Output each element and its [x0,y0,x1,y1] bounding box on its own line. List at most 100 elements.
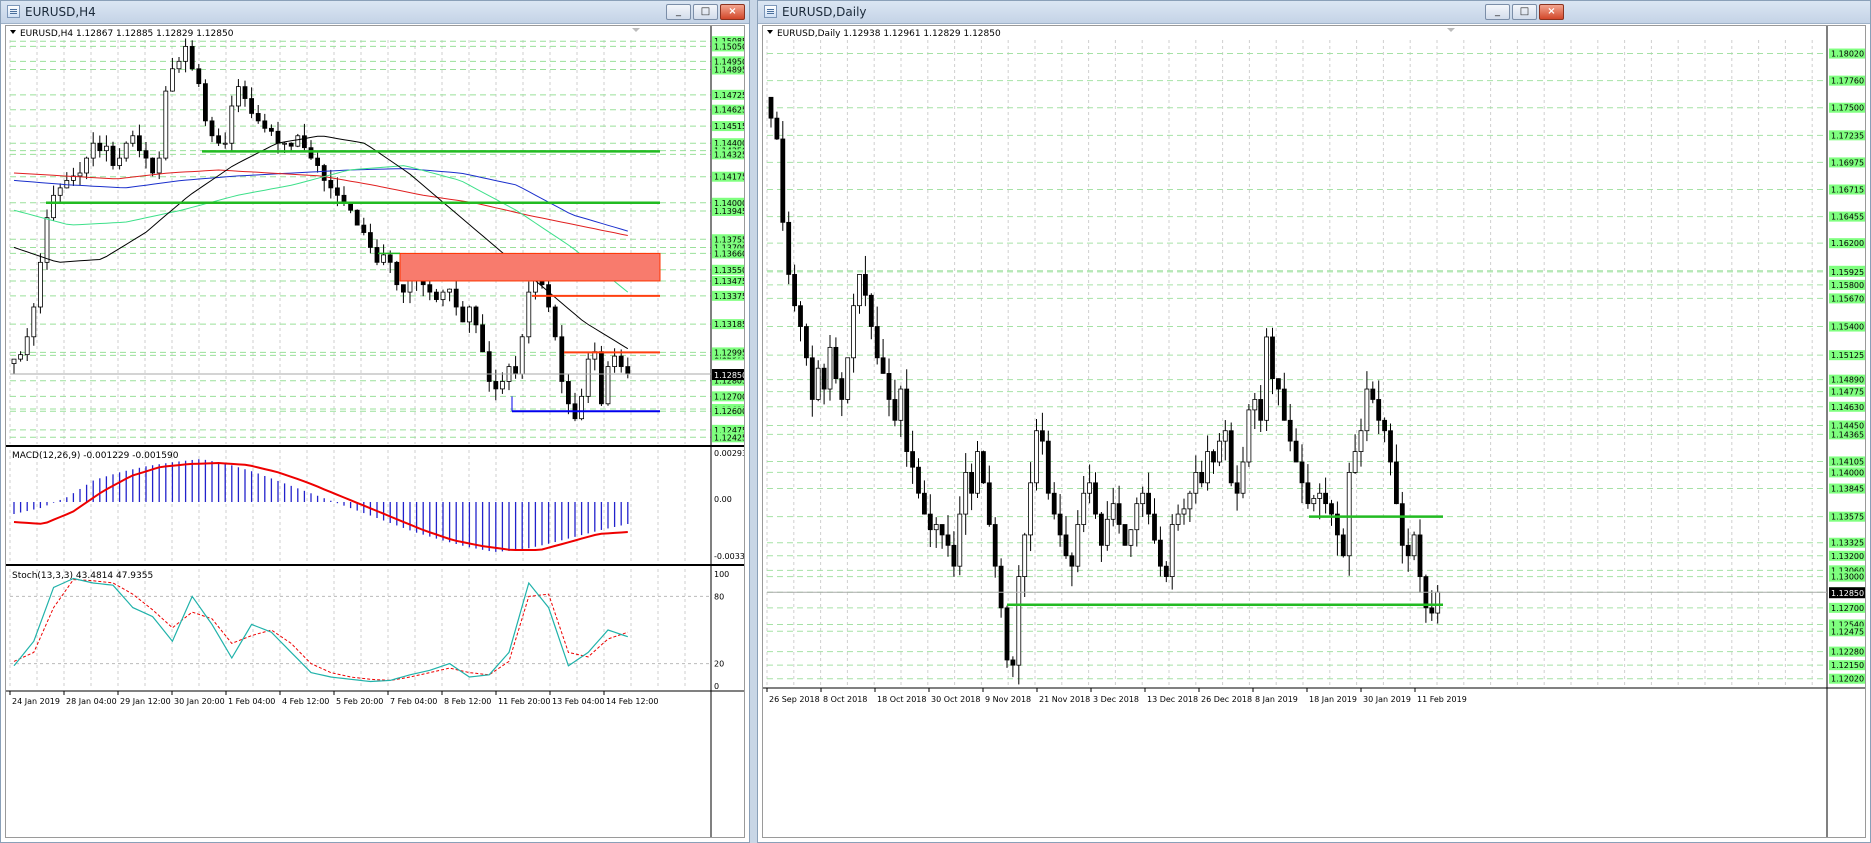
daily-window-title: EURUSD,Daily [782,5,867,19]
price-label: 1.12020 [1831,675,1864,684]
minimize-button[interactable]: _ [1485,4,1510,20]
candle-body [1258,399,1264,421]
maximize-button[interactable]: □ [693,4,718,20]
time-label: 13 Dec 2018 [1147,695,1198,704]
candle-body [222,142,228,145]
h4-chart-window[interactable]: EURUSD,H4 _ □ × EURUSD,H4 1.12867 1.1288… [0,0,750,843]
candle-body [768,96,774,119]
chart-window-icon [764,5,777,18]
candle-body [367,232,373,248]
h4-chart-canvas[interactable]: EURUSD,H4 1.12867 1.12885 1.12829 1.1285… [6,26,745,838]
candle-body [117,157,122,166]
candle-body [1205,451,1211,484]
price-label: 1.16715 [1831,186,1864,195]
candle-body [202,83,208,122]
daily-chart-canvas[interactable]: EURUSD,Daily 1.12938 1.12961 1.12829 1.1… [763,26,1866,838]
candle-body [123,142,129,159]
candle-body [381,254,387,263]
candle-body [209,120,215,137]
h4-window-titlebar[interactable]: EURUSD,H4 _ □ × [1,1,749,24]
candle-body [851,305,856,359]
candle-body [1317,492,1323,499]
daily-chart-window[interactable]: EURUSD,Daily _ □ × EURUSD,Daily 1.12938 … [757,0,1871,843]
candle-body [321,165,327,181]
close-button[interactable]: × [720,4,745,20]
candle-body [1246,409,1252,463]
candle-body [374,247,380,263]
time-label: 3 Dec 2018 [1093,695,1139,704]
shift-marker-icon [632,28,640,32]
candle-body [1163,565,1169,577]
candle-body [1346,472,1352,557]
price-label: 1.12995 [714,348,745,357]
candle-body [77,172,83,177]
candle-body [863,274,868,296]
candle-body [963,472,969,515]
candle-body [798,305,803,327]
price-label: 1.12280 [1831,648,1864,657]
candle-body [1281,388,1287,421]
candle-body [427,284,433,293]
time-label: 14 Feb 12:00 [606,697,658,706]
candle-body [939,524,945,536]
candle-body [1039,430,1045,442]
candle-body [1399,503,1405,546]
candle-body [235,86,241,107]
price-label: 1.13185 [714,320,745,329]
candle-body [315,157,321,166]
price-label: 1.14725 [714,91,745,100]
candle-body [1087,482,1093,494]
price-label: 1.13375 [714,292,745,301]
candle-body [1075,524,1081,567]
candle-body [618,355,624,367]
candle-body [916,466,921,494]
candle-body [1193,472,1199,494]
macd-scale-label: 0.002937 [714,449,745,458]
candle-body [898,388,904,421]
candle-body [136,135,142,152]
candle-body [1305,482,1311,505]
h4-chart-header: EURUSD,H4 1.12867 1.12885 1.12829 1.1285… [20,29,234,39]
price-label: 1.13660 [714,249,745,258]
chart-window-icon [7,5,20,18]
candle-body [1069,555,1075,567]
candle-body [361,224,367,233]
price-label: 1.17500 [1831,104,1864,113]
candle-body [176,60,182,70]
candle-body [394,261,400,286]
candle-body [559,336,565,382]
price-label: 1.14175 [714,173,745,182]
price-label: 1.12425 [714,433,745,442]
candle-body [1311,498,1317,505]
candle-body [38,261,43,308]
daily-window-titlebar[interactable]: EURUSD,Daily _ □ × [758,1,1870,24]
daily-chart-area[interactable]: EURUSD,Daily 1.12938 1.12961 1.12829 1.1… [762,25,1866,838]
candle-body [84,157,89,174]
candle-body [1228,430,1234,484]
time-label: 18 Jan 2019 [1309,695,1357,704]
candle-body [921,492,927,515]
candle-body [466,306,472,323]
candle-body [969,472,975,494]
maximize-button[interactable]: □ [1512,4,1537,20]
candle-body [513,366,519,375]
minimize-button[interactable]: _ [666,4,691,20]
price-label: 1.14625 [714,106,745,115]
candle-body [792,274,798,307]
candle-body [143,150,149,159]
close-button[interactable]: × [1539,4,1564,20]
current-price-label: 1.12850 [714,371,745,380]
candle-body [845,357,851,400]
time-label: 29 Jan 12:00 [120,697,171,706]
candle-body [18,354,24,360]
h4-chart-area[interactable]: EURUSD,H4 1.12867 1.12885 1.12829 1.1285… [5,25,745,838]
candle-body [51,194,56,219]
price-label: 1.12150 [1831,661,1864,670]
price-label: 1.13475 [714,277,745,286]
time-label: 30 Jan 2019 [1363,695,1411,704]
price-label: 1.13575 [1831,513,1864,522]
time-label: 9 Nov 2018 [985,695,1031,704]
candle-body [1181,508,1187,515]
time-label: 5 Feb 20:00 [336,697,383,706]
candle-body [447,288,453,293]
